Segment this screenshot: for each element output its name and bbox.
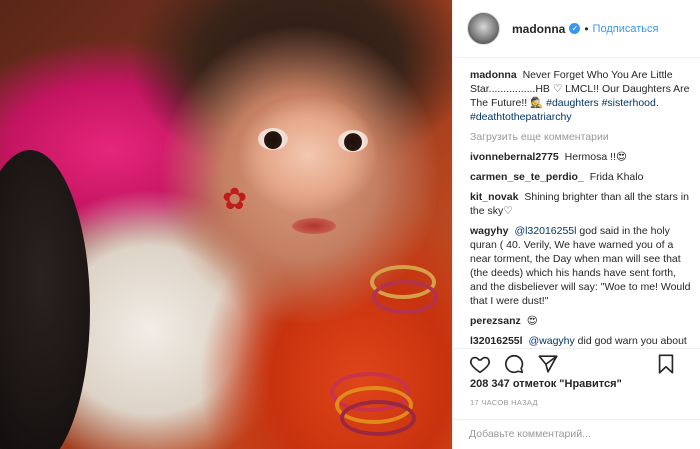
comment-username[interactable]: kit_novak (470, 191, 518, 203)
post-side-panel: madonna ✓ • Подписаться madonna Never Fo… (452, 0, 700, 449)
post-timestamp[interactable]: 17 ЧАСОВ НАЗАД (470, 398, 538, 407)
post-actions-bar (453, 348, 700, 378)
photo-eye-right (338, 130, 368, 152)
header-separator: • (584, 21, 589, 36)
comment-username[interactable]: carmen_se_te_perdio_ (470, 171, 584, 183)
comment-item: l32016255l @wagyhy did god warn you abou… (470, 334, 691, 348)
add-comment-input[interactable] (469, 428, 689, 440)
comment-text: Frida Khalo (589, 171, 644, 183)
load-more-comments-button[interactable]: Загрузить еще комментарии (470, 131, 691, 143)
photo-lips (292, 218, 336, 234)
comment-text: Hermosa !!😍 (564, 151, 627, 163)
comment-text: god said in the holy quran ( 40. Verily,… (470, 225, 691, 307)
comment-item: ivonnebernal2775 Hermosa !!😍 (470, 150, 691, 164)
comment-username[interactable]: ivonnebernal2775 (470, 151, 559, 163)
add-comment-bar (453, 419, 700, 449)
comment-text: 😍 (526, 315, 538, 327)
comment-icon[interactable] (503, 353, 525, 375)
header-username[interactable]: madonna (512, 22, 565, 36)
comment-mention[interactable]: @l32016255l (514, 225, 576, 237)
bookmark-icon[interactable] (655, 353, 677, 375)
photo-bangle (372, 280, 438, 314)
post-header: madonna ✓ • Подписаться (453, 0, 700, 58)
photo-eye-left (258, 128, 288, 150)
comment-username[interactable]: wagyhy (470, 225, 509, 237)
photo-foreground-hair (0, 150, 90, 449)
verified-badge-icon: ✓ (569, 23, 581, 34)
comment-item: kit_novak Shining brighter than all the … (470, 190, 691, 218)
comment-username[interactable]: perezsanz (470, 315, 521, 327)
likes-count[interactable]: 208 347 отметок "Нравится" (470, 378, 622, 390)
comment-item: wagyhy @l32016255l god said in the holy … (470, 224, 691, 308)
comments-list[interactable]: madonna Never Forget Who You Are Little … (453, 58, 700, 348)
avatar[interactable] (467, 12, 500, 45)
post-photo[interactable]: ✿ (0, 0, 452, 449)
comment-item: perezsanz 😍 (470, 314, 691, 328)
photo-bangle (340, 400, 416, 436)
caption-hashtag[interactable]: #daughters (546, 97, 599, 109)
photo-painted-flower: ✿ (222, 183, 248, 216)
caption-username[interactable]: madonna (470, 69, 517, 81)
heart-icon[interactable] (469, 353, 491, 375)
post-caption: madonna Never Forget Who You Are Little … (470, 68, 691, 124)
comment-item: carmen_se_te_perdio_ Frida Khalo (470, 170, 691, 184)
comment-username[interactable]: l32016255l (470, 335, 523, 347)
comment-mention[interactable]: @wagyhy (528, 335, 574, 347)
instagram-post: ✿ madonna ✓ • Подписаться madonna Never … (0, 0, 700, 449)
share-icon[interactable] (537, 353, 559, 375)
follow-button[interactable]: Подписаться (593, 23, 659, 35)
